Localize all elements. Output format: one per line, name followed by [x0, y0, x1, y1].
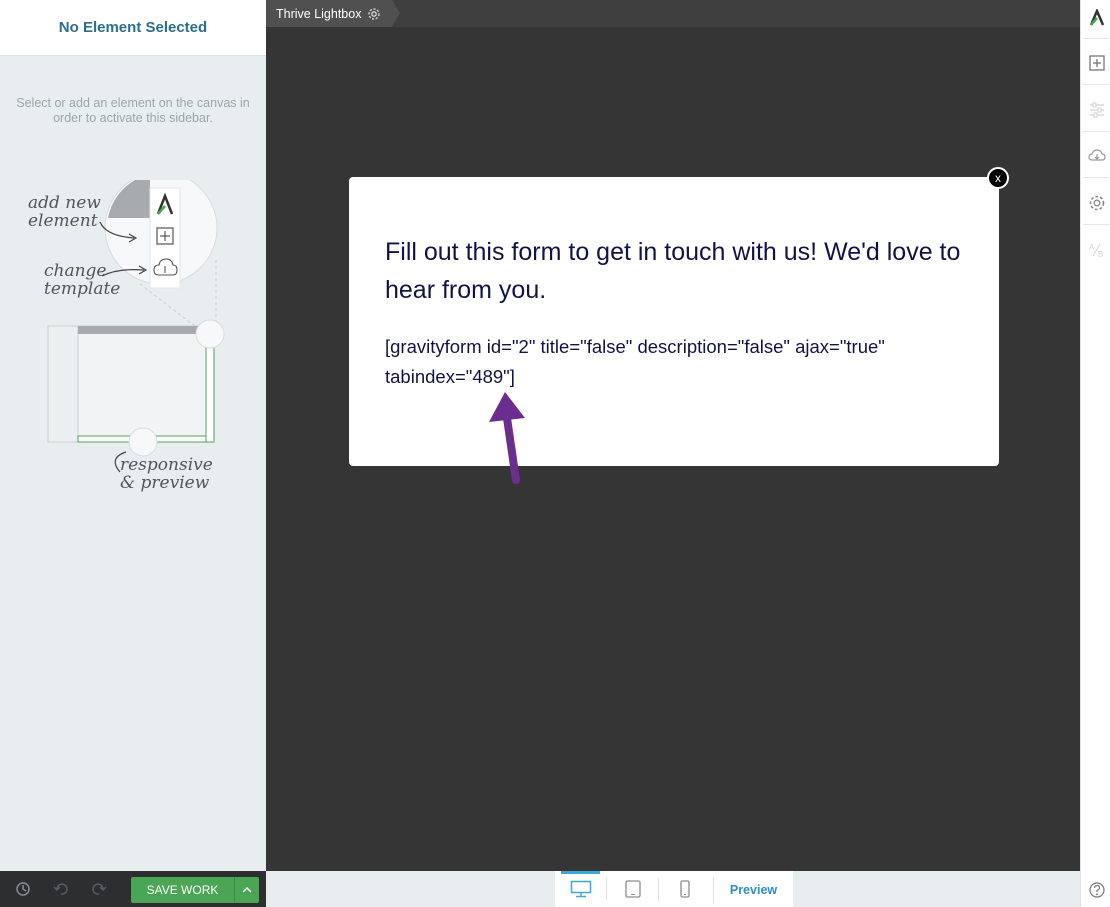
editor-canvas[interactable]: Fill out this form to get in touch with …	[266, 27, 1080, 871]
gravityform-shortcode[interactable]: [gravityform id="2" title="false" descri…	[385, 332, 965, 392]
label-change-template: change template	[44, 261, 121, 299]
help-icon[interactable]	[1085, 878, 1109, 902]
svg-text:B: B	[1098, 250, 1103, 259]
mobile-view-button[interactable]	[659, 871, 710, 907]
device-bar: Preview	[266, 871, 1080, 907]
cloud-download-icon[interactable]	[1085, 144, 1109, 168]
sidebar-header: No Element Selected	[0, 0, 266, 56]
label-responsive-preview: responsive & preview	[120, 455, 213, 493]
ab-test-icon[interactable]: AB	[1085, 238, 1109, 262]
desktop-view-button[interactable]	[555, 871, 606, 907]
tablet-view-button[interactable]	[607, 871, 658, 907]
history-icon[interactable]	[12, 878, 34, 900]
left-sidebar: No Element Selected Select or add an ele…	[0, 0, 266, 871]
editor-app: No Element Selected Select or add an ele…	[0, 0, 1110, 907]
sidebar-title: No Element Selected	[58, 19, 208, 36]
mobile-icon	[679, 880, 690, 898]
gear-icon[interactable]	[1085, 191, 1109, 215]
breadcrumb-tab[interactable]: Thrive Lightbox	[266, 0, 392, 27]
add-element-icon[interactable]	[1085, 51, 1109, 75]
breadcrumb-chevron	[392, 0, 400, 26]
redo-icon[interactable]	[88, 878, 110, 900]
gear-icon[interactable]	[367, 7, 381, 21]
breadcrumb-title: Thrive Lightbox	[276, 6, 362, 21]
save-group: SAVE WORK	[131, 877, 259, 903]
lightbox-heading[interactable]: Fill out this form to get in touch with …	[385, 233, 965, 309]
thrive-logo-icon[interactable]	[1085, 6, 1109, 30]
save-options-button[interactable]	[234, 877, 259, 903]
toolbar-divider	[1083, 38, 1109, 39]
save-work-button[interactable]: SAVE WORK	[131, 877, 234, 903]
sidebar-hint: Select or add an element on the canvas i…	[16, 96, 250, 125]
toolbar-divider	[1083, 224, 1109, 225]
preview-button[interactable]: Preview	[713, 877, 793, 903]
lightbox-content[interactable]: Fill out this form to get in touch with …	[349, 177, 999, 466]
toolbar-divider	[1083, 131, 1109, 132]
toolbar-divider	[1083, 84, 1109, 85]
chevron-up-icon	[242, 886, 252, 893]
sidebar-illustration: add new element change template responsi…	[20, 171, 250, 510]
desktop-icon	[570, 880, 591, 898]
settings-sliders-icon[interactable]	[1085, 98, 1109, 122]
right-toolbar: AB	[1080, 0, 1110, 907]
undo-icon[interactable]	[50, 878, 72, 900]
svg-text:A: A	[1089, 243, 1095, 252]
annotation-arrow	[489, 392, 525, 484]
tablet-icon	[624, 880, 641, 898]
sidebar-bottom-bar: SAVE WORK	[0, 871, 266, 907]
top-bar: Thrive Lightbox	[266, 0, 1080, 27]
label-add-new-element: add new element	[28, 193, 101, 231]
toolbar-divider	[1083, 177, 1109, 178]
lightbox-close-button[interactable]: x	[987, 167, 1009, 189]
